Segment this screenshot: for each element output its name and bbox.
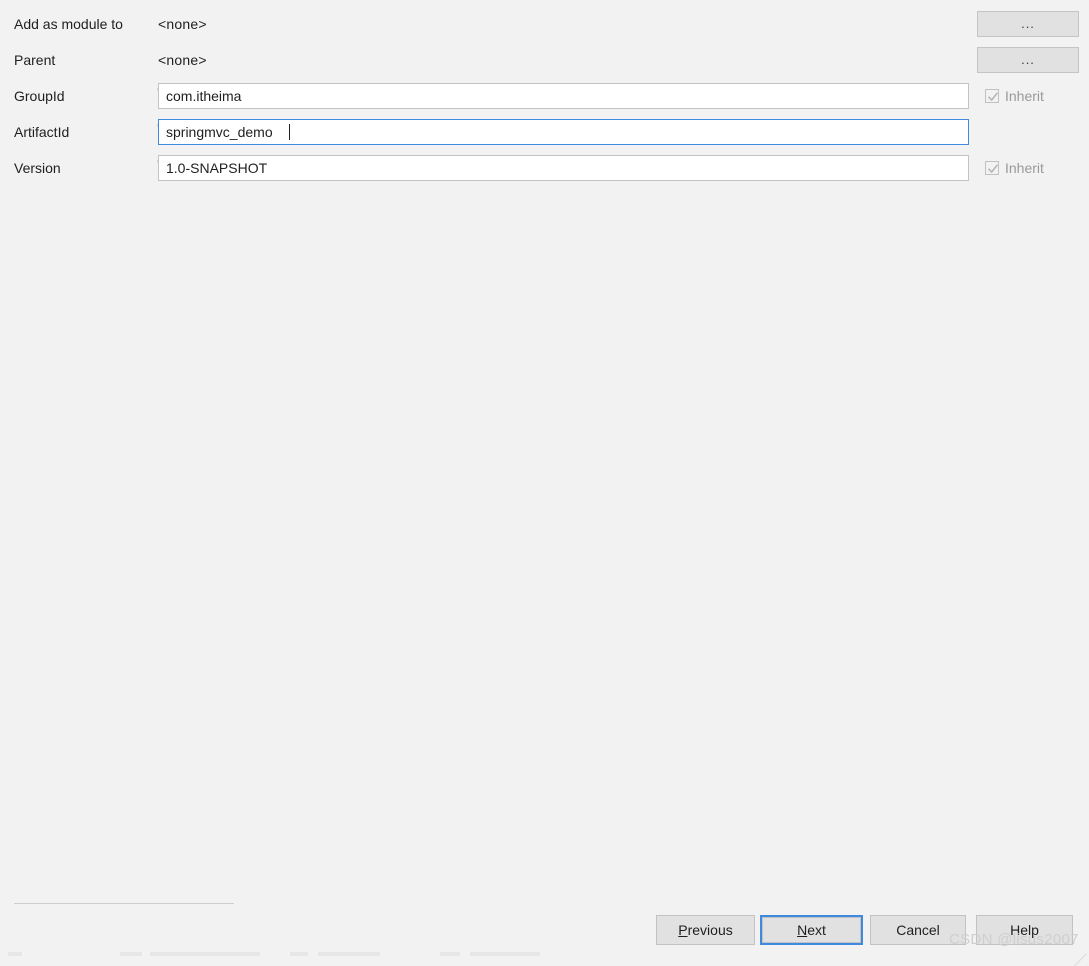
- inherit-groupid-checkbox[interactable]: Inherit: [985, 86, 1044, 106]
- label-parent: Parent: [14, 52, 56, 68]
- inherit-version-checkbox[interactable]: Inherit: [985, 158, 1044, 178]
- maven-project-dialog: Add as module to <none> Parent <none> Gr…: [0, 0, 1089, 966]
- inherit-groupid-label: Inherit: [1005, 88, 1044, 104]
- artifactid-input[interactable]: [158, 119, 969, 145]
- browse-parent-button[interactable]: ...: [977, 47, 1079, 73]
- next-button-mnemonic: N: [797, 922, 808, 938]
- browse-add-as-module-to-button[interactable]: ...: [977, 11, 1079, 37]
- bottom-clipped-strip: [0, 950, 1089, 956]
- previous-button-mnemonic: P: [678, 922, 688, 938]
- previous-button-label: revious: [687, 922, 733, 938]
- dialog-button-bar: Previous Next Cancel Help: [0, 915, 1089, 947]
- cancel-button[interactable]: Cancel: [870, 915, 966, 945]
- value-add-as-module-to: <none>: [158, 16, 207, 32]
- next-button-focus-ring: Next: [760, 915, 863, 945]
- groupid-input[interactable]: [158, 83, 969, 109]
- label-version: Version: [14, 160, 61, 176]
- checkbox-checked-icon: [985, 161, 999, 175]
- row-parent: Parent <none>: [0, 45, 1089, 75]
- label-add-as-module-to: Add as module to: [14, 16, 123, 32]
- row-add-as-module-to: Add as module to <none>: [0, 9, 1089, 39]
- next-button[interactable]: Next: [762, 917, 861, 943]
- help-button[interactable]: Help: [976, 915, 1073, 945]
- checkbox-checked-icon: [985, 89, 999, 103]
- text-caret: [289, 124, 290, 140]
- version-input[interactable]: [158, 155, 969, 181]
- label-groupid: GroupId: [14, 88, 65, 104]
- inherit-version-label: Inherit: [1005, 160, 1044, 176]
- footer-separator: [14, 903, 234, 904]
- previous-button[interactable]: Previous: [656, 915, 755, 945]
- next-button-label: ext: [807, 922, 826, 938]
- label-artifactid: ArtifactId: [14, 124, 70, 140]
- value-parent: <none>: [158, 52, 207, 68]
